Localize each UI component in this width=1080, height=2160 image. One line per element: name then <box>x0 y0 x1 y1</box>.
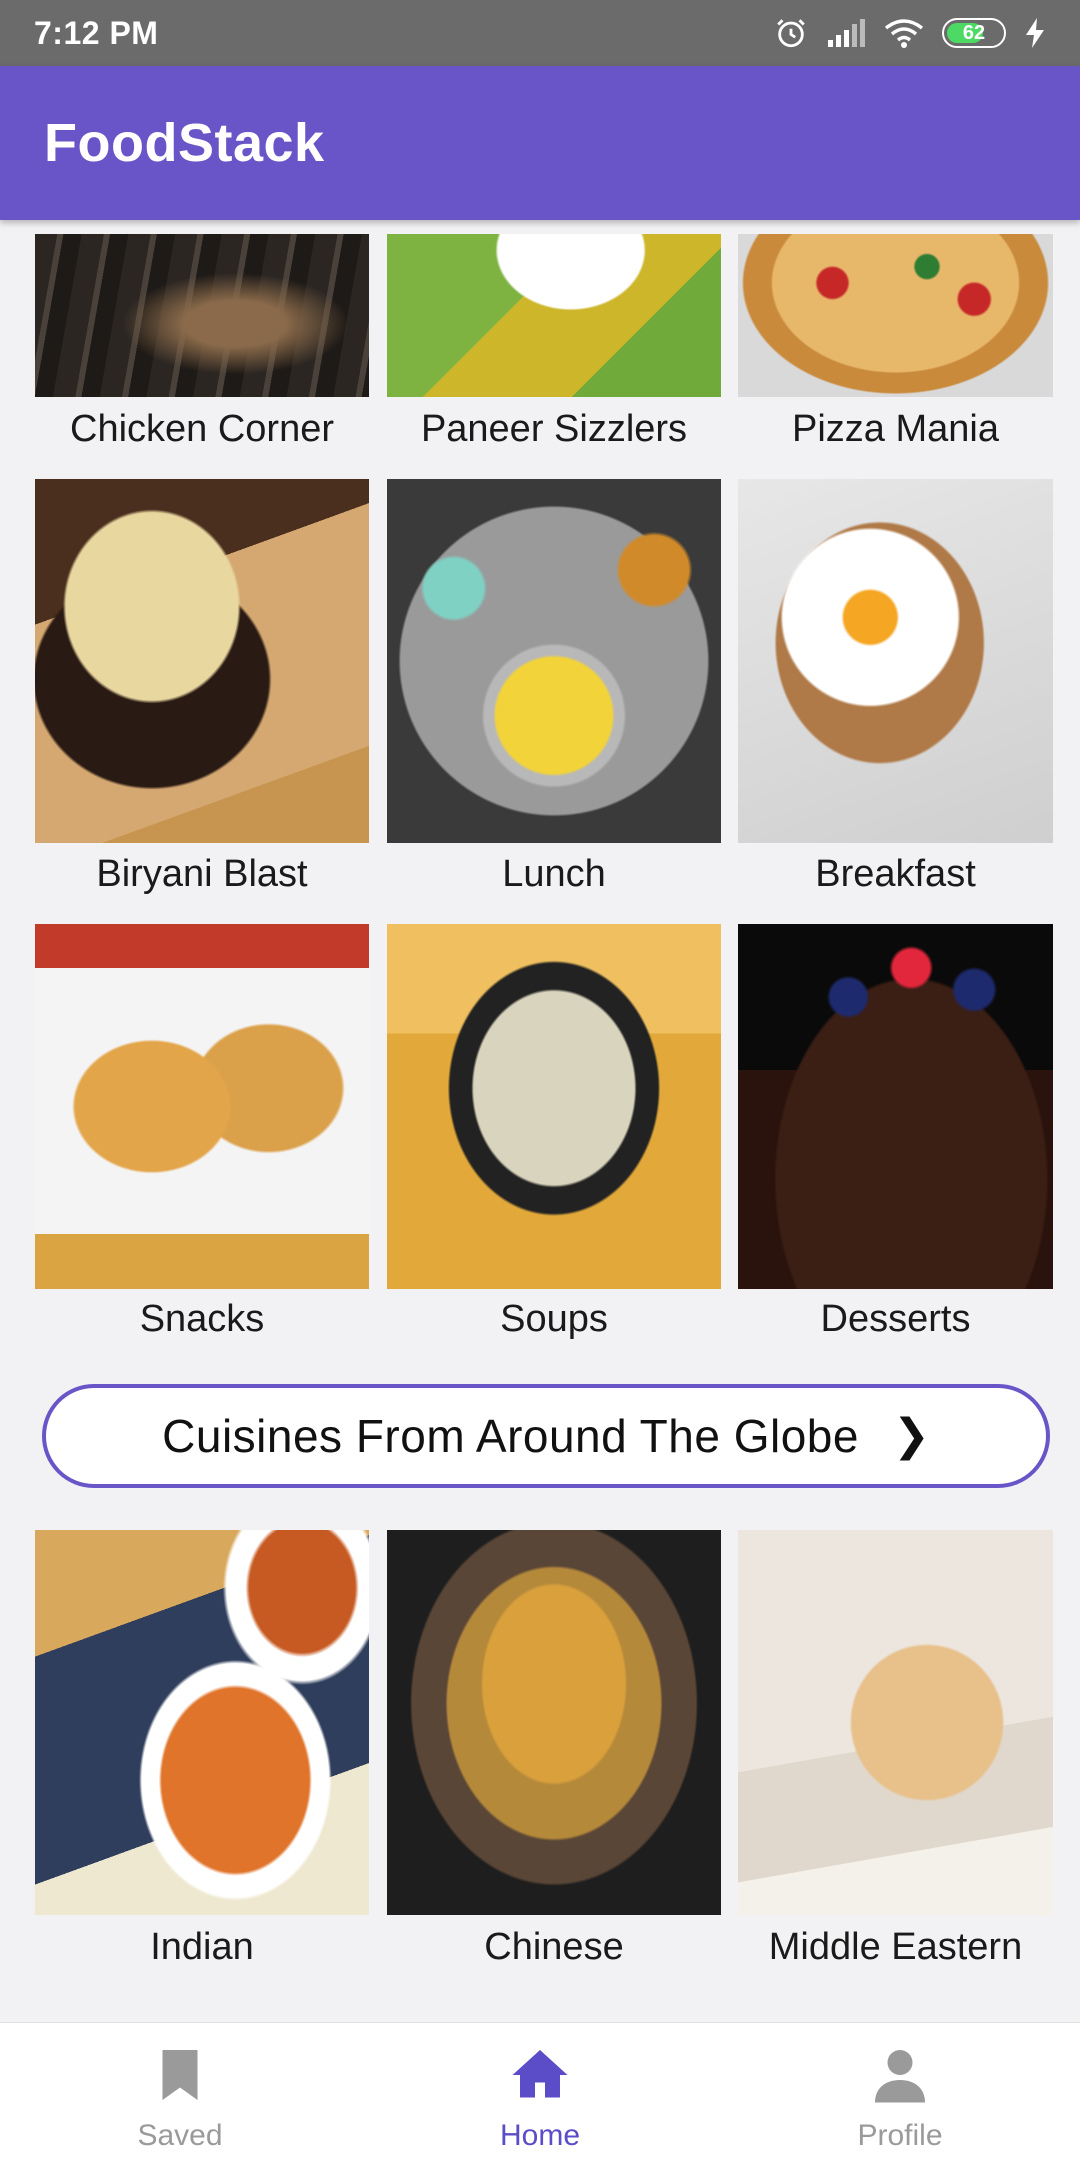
app-bar: FoodStack <box>0 66 1080 220</box>
cuisines-globe-label: Cuisines From Around The Globe <box>162 1410 859 1462</box>
soups-image <box>387 924 721 1289</box>
category-label: Breakfast <box>815 853 976 895</box>
category-label: Lunch <box>502 853 606 895</box>
alarm-icon <box>777 19 805 48</box>
cuisine-label: Middle Eastern <box>768 1926 1023 1968</box>
bookmark-icon <box>162 2050 198 2100</box>
paneer-sizzlers-image <box>387 234 721 397</box>
category-tile-chicken-corner[interactable]: Chicken Corner <box>35 234 369 450</box>
biryani-blast-image <box>35 479 369 843</box>
bottom-navigation: Saved Home Profile <box>0 2022 1080 2160</box>
category-label: Paneer Sizzlers <box>420 408 688 450</box>
status-time: 7:12 PM <box>34 14 159 51</box>
nav-item-home[interactable]: Home <box>360 2023 720 2160</box>
cuisine-tile-indian[interactable]: Indian <box>35 1530 369 1970</box>
cuisine-label: Indian <box>150 1926 254 1968</box>
home-icon <box>512 2050 568 2098</box>
category-label: Pizza Mania <box>792 408 999 450</box>
category-tile-biryani-blast[interactable]: Biryani Blast <box>35 479 369 899</box>
charging-icon <box>1026 18 1044 48</box>
cuisine-label: Chinese <box>484 1926 624 1968</box>
snacks-image <box>35 924 369 1289</box>
category-tile-snacks[interactable]: Snacks <box>35 924 369 1344</box>
battery-level: 62 <box>962 21 986 44</box>
person-icon <box>875 2050 925 2103</box>
screen: 7:12 PM 62 FoodStack Chicken Corner Pane… <box>0 0 1080 2160</box>
category-label: Soups <box>500 1298 608 1340</box>
cuisine-tile-middle-eastern[interactable]: Middle Eastern <box>738 1530 1053 1970</box>
cuisines-globe-button[interactable]: Cuisines From Around The Globe ❯ <box>42 1384 1050 1488</box>
category-tile-pizza-mania[interactable]: Pizza Mania <box>738 234 1053 450</box>
category-tile-breakfast[interactable]: Breakfast <box>738 479 1053 899</box>
category-tile-desserts[interactable]: Desserts <box>738 924 1053 1344</box>
category-label: Biryani Blast <box>96 853 308 895</box>
app-title: FoodStack <box>44 113 325 173</box>
status-icons: 62 <box>774 16 1046 50</box>
indian-image <box>35 1530 369 1915</box>
chicken-corner-image <box>35 234 369 397</box>
desserts-image <box>738 924 1053 1289</box>
chevron-right-icon: ❯ <box>892 1411 930 1460</box>
nav-label-profile: Profile <box>857 2119 943 2152</box>
category-label: Desserts <box>820 1298 971 1340</box>
category-label: Chicken Corner <box>70 408 334 450</box>
nav-item-profile[interactable]: Profile <box>720 2023 1080 2160</box>
category-label: Snacks <box>139 1298 265 1340</box>
nav-item-saved[interactable]: Saved <box>0 2023 360 2160</box>
status-bar: 7:12 PM 62 <box>0 0 1080 66</box>
wifi-icon <box>884 19 924 48</box>
nav-label-home: Home <box>499 2119 581 2152</box>
breakfast-image <box>738 479 1053 843</box>
signal-icon <box>828 19 865 47</box>
battery-icon: 62 <box>942 18 1006 48</box>
pizza-mania-image <box>738 234 1053 397</box>
home-content[interactable]: Chicken Corner Paneer Sizzlers Pizza Man… <box>0 220 1080 2022</box>
category-tile-paneer-sizzlers[interactable]: Paneer Sizzlers <box>387 234 721 450</box>
cuisine-tile-chinese[interactable]: Chinese <box>387 1530 721 1970</box>
category-tile-lunch[interactable]: Lunch <box>387 479 721 899</box>
chinese-image <box>387 1530 721 1915</box>
category-tile-soups[interactable]: Soups <box>387 924 721 1344</box>
lunch-image <box>387 479 721 843</box>
nav-label-saved: Saved <box>137 2119 223 2152</box>
middle-eastern-image <box>738 1530 1053 1915</box>
